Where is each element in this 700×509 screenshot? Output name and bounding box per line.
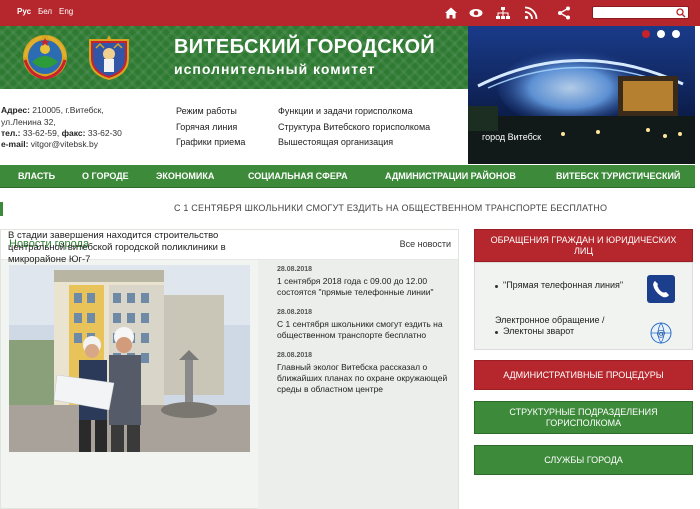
city-photo[interactable] <box>468 26 695 164</box>
nav-socialnaya-sfera[interactable]: СОЦИАЛЬНАЯ СФЕРА <box>248 171 348 181</box>
address-line-1: Адрес: 210005, г.Витебск, <box>1 105 104 115</box>
slider-dot-1 <box>642 30 650 38</box>
electronic-appeal-link[interactable]: Электронное обращение / <box>495 315 605 326</box>
city-services-button[interactable]: СЛУЖБЫ ГОРОДА <box>474 445 693 475</box>
news-item-text[interactable]: 1 сентября 2018 года с 09.00 до 12.00 со… <box>277 276 453 298</box>
email-globe-icon[interactable]: @ <box>649 321 673 345</box>
phone-icon[interactable] <box>647 275 675 303</box>
news-date: 28.08.2018 <box>277 309 313 316</box>
news-item-text[interactable]: Главный эколог Витебска рассказал о ближ… <box>277 362 453 395</box>
vitebsk-coat-of-arms-icon <box>89 35 129 81</box>
nav-o-gorode[interactable]: О ГОРОДЕ <box>82 171 129 181</box>
svg-text:@: @ <box>657 329 666 339</box>
ticker-marker <box>0 202 3 216</box>
share-icon[interactable] <box>556 5 572 21</box>
slider-dot-2 <box>657 30 665 38</box>
link-work-schedule[interactable]: Режим работы <box>176 106 237 116</box>
lang-ru[interactable]: Рус <box>17 7 31 16</box>
lang-en[interactable]: Eng <box>59 7 73 16</box>
lang-be[interactable]: Бел <box>38 7 52 16</box>
eye-icon[interactable] <box>468 5 484 21</box>
link-structure[interactable]: Структура Витебского горисполкома <box>278 122 430 132</box>
slider-dot-3 <box>672 30 680 38</box>
banner-title: ВИТЕБСКИЙ ГОРОДСКОЙ <box>174 36 435 58</box>
email-line[interactable]: e-mail: vitgor@vitebsk.by <box>1 138 98 150</box>
hotline-link[interactable]: "Прямая телефонная линия" <box>503 280 623 291</box>
news-item-text[interactable]: С 1 сентября школьники смогут ездить на … <box>277 319 453 341</box>
nav-vitebsk-turisticheskiy[interactable]: ВИТЕБСК ТУРИСТИЧЕСКИЙ <box>556 171 680 181</box>
main-news-photo[interactable] <box>9 265 250 452</box>
top-bar: Рус Бел Eng <box>0 0 700 26</box>
main-nav: ВЛАСТЬ О ГОРОДЕ ЭКОНОМИКА СОЦИАЛЬНАЯ СФЕ… <box>0 165 695 188</box>
banner-subtitle: исполнительный комитет <box>174 61 376 77</box>
structural-units-button[interactable]: СТРУКТУРНЫЕ ПОДРАЗДЕЛЕНИЯ ГОРИСПОЛКОМА <box>474 401 693 434</box>
main-news-headline[interactable]: В стадии завершения находится строительс… <box>8 230 252 266</box>
photo-caption: город Витебск <box>482 132 542 142</box>
news-ticker[interactable]: С 1 СЕНТЯБРЯ ШКОЛЬНИКИ СМОГУТ ЕЗДИТЬ НА … <box>174 203 607 213</box>
link-functions[interactable]: Функции и задачи горисполкома <box>278 106 413 116</box>
electronic-appeal-link-be[interactable]: Электоны зварот <box>503 326 574 337</box>
belarus-emblem-icon <box>23 35 67 80</box>
nav-administracii-rayonov[interactable]: АДМИНИСТРАЦИИ РАЙОНОВ <box>385 171 516 181</box>
link-superior-org[interactable]: Вышестоящая организация <box>278 137 393 147</box>
news-date: 28.08.2018 <box>277 352 313 359</box>
home-icon[interactable] <box>443 5 459 21</box>
sitemap-icon[interactable] <box>495 5 511 21</box>
link-reception-schedule[interactable]: Графики приема <box>176 137 245 147</box>
rss-icon[interactable] <box>523 5 539 21</box>
search-input[interactable] <box>592 6 689 19</box>
appeals-button[interactable]: ОБРАЩЕНИЯ ГРАЖДАН И ЮРИДИЧЕСКИХ ЛИЦ <box>474 229 693 262</box>
nav-ekonomika[interactable]: ЭКОНОМИКА <box>156 171 214 181</box>
search-icon[interactable] <box>676 8 686 18</box>
appeals-box: "Прямая телефонная линия" Электронное об… <box>474 262 693 350</box>
link-hotline[interactable]: Горячая линия <box>176 122 237 132</box>
all-news-link[interactable]: Все новости <box>400 239 451 249</box>
admin-procedures-button[interactable]: АДМИНИСТРАТИВНЫЕ ПРОЦЕДУРЫ <box>474 360 693 390</box>
nav-vlast[interactable]: ВЛАСТЬ <box>18 171 55 181</box>
news-date: 28.08.2018 <box>277 266 313 273</box>
